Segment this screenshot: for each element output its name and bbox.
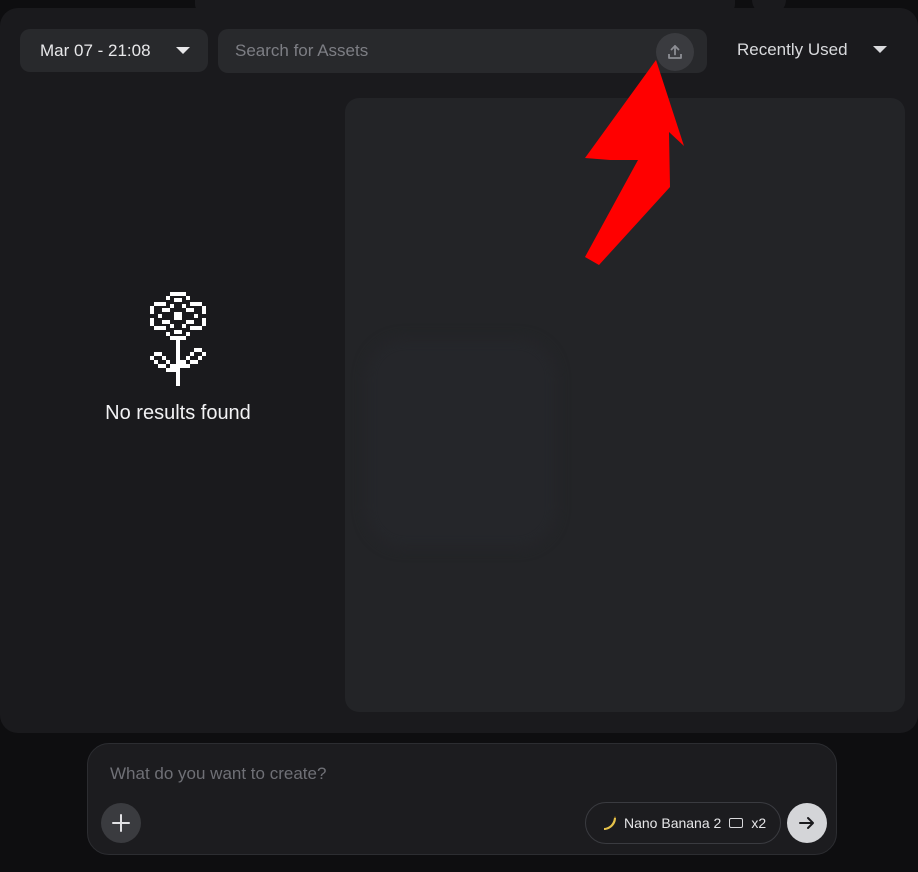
add-attachment-button[interactable] <box>101 803 141 843</box>
output-count: x2 <box>751 815 767 831</box>
plus-icon <box>112 814 130 832</box>
sort-dropdown[interactable]: Recently Used <box>737 36 897 64</box>
sort-label: Recently Used <box>737 40 848 59</box>
aspect-ratio-icon <box>729 818 744 828</box>
red-arrow-annotation <box>585 60 684 265</box>
model-selector-button[interactable]: Nano Banana 2 x2 <box>585 802 781 844</box>
banana-icon <box>604 816 616 830</box>
empty-state-message: No results found <box>105 402 251 424</box>
preview-placeholder <box>365 338 557 548</box>
upload-icon <box>668 45 682 59</box>
assets-panel: Mar 07 - 21:08 Recently Used <box>0 8 918 733</box>
date-filter-dropdown[interactable]: Mar 07 - 21:08 <box>20 29 208 72</box>
chevron-down-icon <box>873 46 887 53</box>
app-window: Mar 07 - 21:08 Recently Used <box>0 0 918 872</box>
date-filter-label: Mar 07 - 21:08 <box>40 40 151 60</box>
model-name: Nano Banana 2 <box>624 815 722 831</box>
send-button[interactable] <box>787 803 827 843</box>
pixel-flower-icon <box>150 292 206 386</box>
chevron-down-icon <box>176 47 190 54</box>
arrow-right-icon <box>799 817 814 829</box>
prompt-composer: Nano Banana 2 x2 <box>87 743 837 855</box>
prompt-input[interactable] <box>110 764 810 790</box>
empty-state: No results found <box>78 290 278 425</box>
